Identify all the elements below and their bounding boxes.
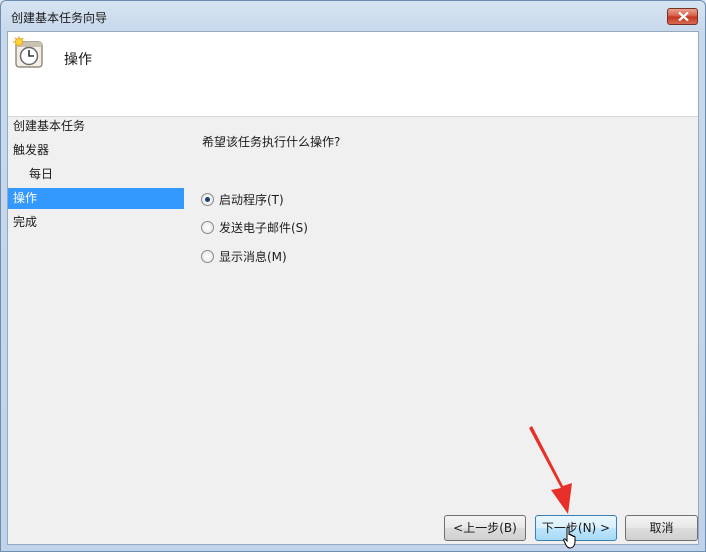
back-button[interactable]: <上一步(B) <box>444 515 526 541</box>
radio-send-email[interactable] <box>201 221 214 234</box>
task-scheduler-clock-icon <box>13 36 43 68</box>
nav-step-finish[interactable]: 完成 <box>8 212 184 233</box>
wizard-header: 操作 <box>8 32 698 117</box>
nav-step-trigger[interactable]: 触发器 <box>8 140 184 161</box>
wizard-client-area: 操作 创建基本任务 触发器 每日 操作 完成 希望该任务执行什么操作? 启动程序… <box>7 31 699 545</box>
nav-step-create-basic-task[interactable]: 创建基本任务 <box>8 116 184 137</box>
action-question: 希望该任务执行什么操作? <box>202 135 341 149</box>
close-button[interactable] <box>667 8 698 25</box>
radio-show-message[interactable] <box>201 250 214 263</box>
close-icon <box>678 12 689 21</box>
nav-step-action[interactable]: 操作 <box>8 188 184 209</box>
radio-selected-dot <box>205 197 210 202</box>
option-label: 显示消息(M) <box>219 250 287 264</box>
annotation-arrow <box>529 426 572 514</box>
nav-step-daily[interactable]: 每日 <box>8 164 184 185</box>
option-label: 发送电子邮件(S) <box>219 221 308 235</box>
option-label: 启动程序(T) <box>219 193 284 207</box>
window-title: 创建基本任务向导 <box>11 11 108 25</box>
wizard-window: 创建基本任务向导 操作 创建基本任务 触发器 每日 操作 完成 希望该任务执行什… <box>0 0 706 552</box>
mouse-cursor-icon <box>563 527 576 549</box>
radio-start-program[interactable] <box>201 193 214 206</box>
cancel-button[interactable]: 取消 <box>625 515 698 541</box>
title-bar: 创建基本任务向导 <box>1 1 705 31</box>
page-title: 操作 <box>64 52 92 68</box>
